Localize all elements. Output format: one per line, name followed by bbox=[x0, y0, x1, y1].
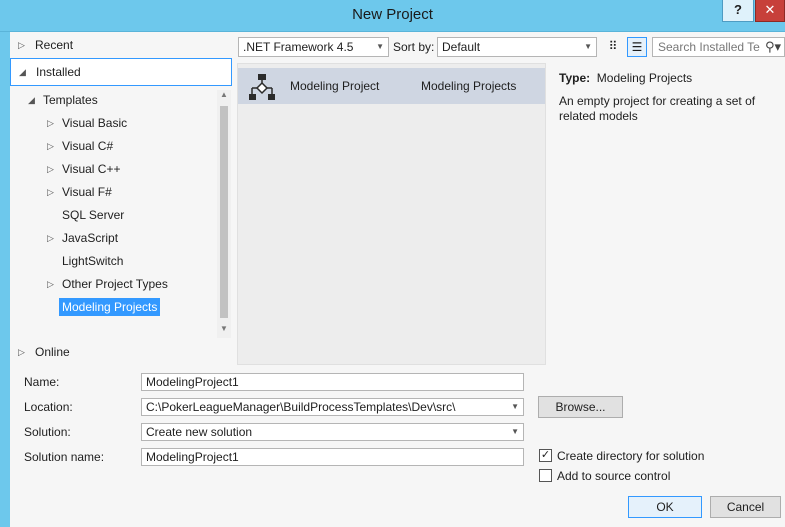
tree-item-visual-csharp[interactable]: ▷ Visual C# bbox=[47, 136, 113, 156]
chevron-down-icon: ▼ bbox=[511, 402, 519, 411]
chevron-down-icon: ▼ bbox=[376, 42, 384, 51]
search-icon[interactable]: ⚲▾ bbox=[765, 37, 781, 57]
chevron-down-icon: ▼ bbox=[511, 427, 519, 436]
nav-installed[interactable]: ◢ Installed bbox=[10, 58, 232, 86]
solution-name-field[interactable]: ModelingProject1 bbox=[141, 448, 524, 466]
template-category: Modeling Projects bbox=[421, 79, 517, 93]
location-label: Location: bbox=[24, 400, 73, 414]
scroll-up-icon[interactable]: ▲ bbox=[217, 90, 231, 104]
expand-icon: ▷ bbox=[18, 40, 25, 50]
modeling-project-icon bbox=[249, 74, 275, 100]
close-icon: ✕ bbox=[764, 2, 776, 17]
name-label: Name: bbox=[24, 375, 60, 389]
grid-icon: ⠿ bbox=[608, 39, 618, 53]
collapse-icon: ◢ bbox=[19, 67, 26, 77]
solution-select[interactable]: Create new solution ▼ bbox=[141, 423, 524, 441]
category-pane: ▷ Recent ◢ Installed ◢ Templates ▷ Visua… bbox=[10, 32, 232, 367]
close-button[interactable]: ✕ bbox=[755, 0, 785, 22]
type-label: Type: bbox=[559, 71, 591, 85]
sort-by-label: Sort by: bbox=[393, 40, 435, 54]
template-description: An empty project for creating a set of r… bbox=[559, 94, 756, 123]
expand-icon: ▷ bbox=[47, 164, 54, 174]
tree-scrollbar[interactable]: ▲ ▼ bbox=[217, 90, 231, 338]
window-title: New Project bbox=[352, 6, 433, 23]
template-list: Modeling Project Modeling Projects bbox=[237, 63, 546, 365]
tree-item-visual-basic[interactable]: ▷ Visual Basic bbox=[47, 113, 127, 133]
location-field[interactable]: C:\PokerLeagueManager\BuildProcessTempla… bbox=[141, 398, 524, 416]
solution-label: Solution: bbox=[24, 425, 71, 439]
expand-icon: ▷ bbox=[47, 118, 54, 128]
chevron-down-icon: ▼ bbox=[584, 42, 592, 51]
tree-item-lightswitch[interactable]: LightSwitch bbox=[62, 251, 123, 271]
tree-item-modeling-projects[interactable]: Modeling Projects bbox=[59, 297, 161, 317]
browse-button[interactable]: Browse... bbox=[538, 396, 623, 418]
create-directory-checkbox[interactable]: ✓ bbox=[539, 449, 552, 462]
expand-icon: ▷ bbox=[47, 279, 54, 289]
template-name: Modeling Project bbox=[290, 79, 380, 93]
scroll-thumb[interactable] bbox=[220, 106, 228, 318]
tree-item-visual-fsharp[interactable]: ▷ Visual F# bbox=[47, 182, 112, 202]
tree-item-visual-cpp[interactable]: ▷ Visual C++ bbox=[47, 159, 120, 179]
collapse-icon: ◢ bbox=[28, 95, 35, 105]
nav-online[interactable]: ▷ Online bbox=[10, 341, 232, 363]
scroll-down-icon[interactable]: ▼ bbox=[217, 324, 231, 338]
framework-select[interactable]: .NET Framework 4.5 ▼ bbox=[238, 37, 389, 57]
list-view-button[interactable]: ☰ bbox=[627, 37, 647, 57]
source-control-label[interactable]: Add to source control bbox=[557, 469, 670, 483]
nav-online-label: Online bbox=[35, 345, 70, 359]
cancel-button[interactable]: Cancel bbox=[710, 496, 781, 518]
title-bar: New Project bbox=[0, 0, 785, 32]
list-icon: ☰ bbox=[631, 40, 643, 54]
ok-button[interactable]: OK bbox=[628, 496, 702, 518]
expand-icon: ▷ bbox=[47, 233, 54, 243]
small-icons-view-button[interactable]: ⠿ bbox=[603, 37, 623, 57]
checkmark-icon: ✓ bbox=[540, 449, 551, 461]
tree-item-javascript[interactable]: ▷ JavaScript bbox=[47, 228, 118, 248]
help-button[interactable]: ? bbox=[722, 0, 754, 22]
nav-recent[interactable]: ▷ Recent bbox=[10, 34, 232, 56]
solution-name-label: Solution name: bbox=[24, 450, 105, 464]
source-control-checkbox[interactable] bbox=[539, 469, 552, 482]
type-value: Modeling Projects bbox=[596, 71, 693, 85]
expand-icon: ▷ bbox=[18, 347, 25, 357]
template-type: Type: Modeling Projects bbox=[559, 71, 692, 85]
template-tree: ◢ Templates ▷ Visual Basic ▷ Visual C# ▷… bbox=[10, 90, 228, 335]
template-row-modeling-project[interactable]: Modeling Project Modeling Projects bbox=[238, 68, 545, 104]
nav-installed-label: Installed bbox=[36, 65, 81, 79]
name-field[interactable]: ModelingProject1 bbox=[141, 373, 524, 391]
tree-item-other-project-types[interactable]: ▷ Other Project Types bbox=[47, 274, 168, 294]
expand-icon: ▷ bbox=[47, 141, 54, 151]
nav-recent-label: Recent bbox=[35, 38, 74, 52]
tree-item-templates[interactable]: ◢ Templates bbox=[28, 90, 98, 110]
expand-icon: ▷ bbox=[47, 187, 54, 197]
sort-by-select[interactable]: Default ▼ bbox=[437, 37, 597, 57]
tree-item-sql-server[interactable]: SQL Server bbox=[62, 205, 124, 225]
create-directory-label[interactable]: Create directory for solution bbox=[557, 449, 704, 463]
